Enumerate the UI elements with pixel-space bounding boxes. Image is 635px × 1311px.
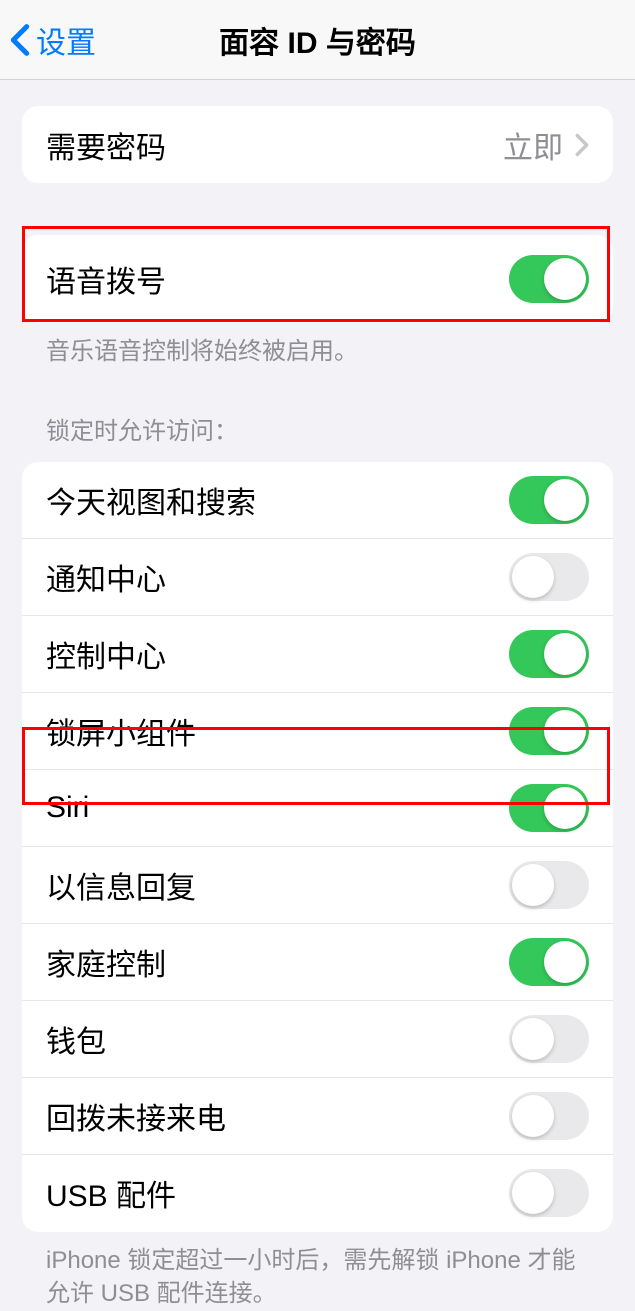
lock-access-footer: iPhone 锁定超过一小时后，需先解锁 iPhone 才能允许 USB 配件连… bbox=[22, 1232, 613, 1311]
lock-access-group: 今天视图和搜索通知中心控制中心锁屏小组件 Siri 以信息回复家庭控制钱包回拨未接来… bbox=[22, 462, 613, 1232]
navigation-bar: 设置 面容 ID 与密码 bbox=[0, 0, 635, 80]
lock-access-toggle[interactable] bbox=[509, 1092, 589, 1140]
lock-access-row: 控制中心 bbox=[22, 616, 613, 693]
voice-dial-label: 语音拨号 bbox=[46, 257, 166, 301]
lock-access-toggle[interactable] bbox=[509, 784, 589, 832]
lock-access-item-label: USB 配件 bbox=[46, 1171, 176, 1215]
lock-access-toggle[interactable] bbox=[509, 938, 589, 986]
lock-access-header: 锁定时允许访问： bbox=[22, 369, 613, 454]
require-passcode-label: 需要密码 bbox=[46, 123, 166, 167]
lock-access-row: USB 配件 bbox=[22, 1155, 613, 1232]
lock-access-item-label: 家庭控制 bbox=[46, 940, 166, 984]
lock-access-item-label: 锁屏小组件 bbox=[46, 709, 196, 753]
lock-access-item-label: 通知中心 bbox=[46, 555, 166, 599]
lock-access-row: 家庭控制 bbox=[22, 924, 613, 1001]
lock-access-toggle[interactable] bbox=[509, 1169, 589, 1217]
lock-access-row: 今天视图和搜索 bbox=[22, 462, 613, 539]
lock-access-item-label: 控制中心 bbox=[46, 632, 166, 676]
lock-access-row: 钱包 bbox=[22, 1001, 613, 1078]
lock-access-toggle[interactable] bbox=[509, 1015, 589, 1063]
voice-dial-toggle[interactable] bbox=[509, 255, 589, 303]
require-passcode-value: 立即 bbox=[503, 123, 563, 167]
lock-access-row: 以信息回复 bbox=[22, 847, 613, 924]
lock-access-row: 锁屏小组件 bbox=[22, 693, 613, 770]
chevron-right-icon bbox=[575, 133, 589, 157]
require-passcode-group: 需要密码 立即 bbox=[22, 106, 613, 183]
voice-dial-group: 语音拨号 bbox=[22, 235, 613, 323]
voice-dial-footer: 音乐语音控制将始终被启用。 bbox=[22, 323, 613, 369]
lock-access-row: Siri bbox=[22, 770, 613, 847]
lock-access-item-label: 以信息回复 bbox=[46, 863, 196, 907]
back-label: 设置 bbox=[36, 18, 96, 62]
lock-access-toggle[interactable] bbox=[509, 861, 589, 909]
lock-access-toggle[interactable] bbox=[509, 476, 589, 524]
lock-access-item-label: Siri bbox=[46, 791, 89, 825]
lock-access-toggle[interactable] bbox=[509, 707, 589, 755]
lock-access-row: 通知中心 bbox=[22, 539, 613, 616]
back-button[interactable]: 设置 bbox=[0, 18, 96, 62]
lock-access-item-label: 钱包 bbox=[46, 1017, 106, 1061]
lock-access-toggle[interactable] bbox=[509, 630, 589, 678]
lock-access-toggle[interactable] bbox=[509, 553, 589, 601]
require-passcode-row[interactable]: 需要密码 立即 bbox=[22, 106, 613, 183]
lock-access-item-label: 回拨未接来电 bbox=[46, 1094, 226, 1138]
lock-access-item-label: 今天视图和搜索 bbox=[46, 478, 256, 522]
chevron-left-icon bbox=[10, 23, 30, 57]
voice-dial-row: 语音拨号 bbox=[22, 235, 613, 323]
lock-access-row: 回拨未接来电 bbox=[22, 1078, 613, 1155]
